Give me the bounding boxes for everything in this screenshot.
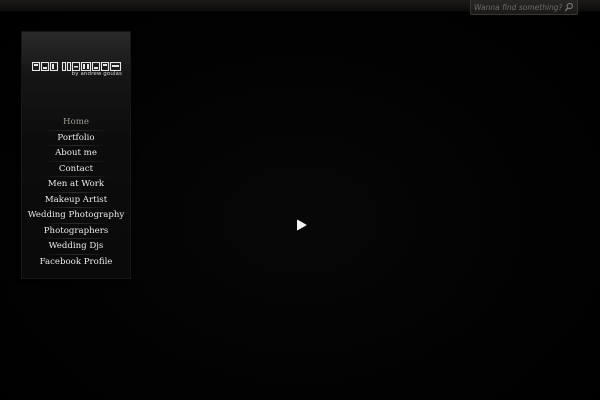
search-input[interactable] (474, 1, 562, 13)
search-icon[interactable] (564, 2, 574, 12)
search-box (470, 0, 578, 15)
main-nav: Home Portfolio About me Contact Men at W… (22, 115, 130, 270)
page: by andrew goulas Home Portfolio About me… (0, 0, 600, 400)
nav-item-men-at-work[interactable]: Men at Work (22, 177, 130, 193)
logo-tagline: by andrew goulas (71, 71, 122, 77)
nav-item-wedding-photography[interactable]: Wedding Photography (22, 208, 130, 224)
site-logo[interactable]: by andrew goulas (32, 62, 122, 79)
nav-item-about-me[interactable]: About me (22, 146, 130, 162)
nav-item-home[interactable]: Home (22, 115, 130, 131)
nav-item-facebook-profile[interactable]: Facebook Profile (22, 255, 130, 271)
nav-item-makeup-artist[interactable]: Makeup Artist (22, 193, 130, 209)
nav-item-wedding-djs[interactable]: Wedding Djs (22, 239, 130, 255)
logo-mark (32, 62, 122, 71)
play-icon[interactable] (296, 219, 307, 231)
nav-item-portfolio[interactable]: Portfolio (22, 131, 130, 147)
nav-item-photographers[interactable]: Photographers (22, 224, 130, 240)
sidebar: by andrew goulas Home Portfolio About me… (21, 31, 131, 279)
nav-item-contact[interactable]: Contact (22, 162, 130, 178)
